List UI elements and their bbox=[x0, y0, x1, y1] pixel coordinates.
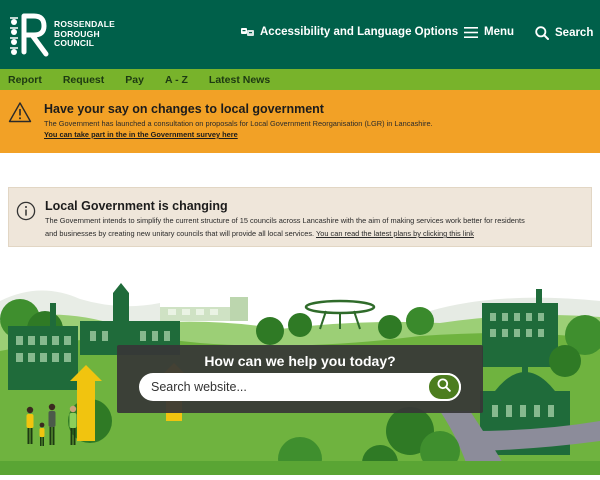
notice-title: Local Government is changing bbox=[45, 199, 228, 213]
nav-link-request[interactable]: Request bbox=[63, 74, 104, 86]
notice-body-line1: The Government intends to simplify the c… bbox=[45, 216, 525, 225]
lgr-survey-link[interactable]: You can take part in the in the Governme… bbox=[44, 130, 238, 139]
local-government-changing-notice: Local Government is changing The Governm… bbox=[8, 187, 592, 247]
search-submit-icon bbox=[437, 378, 451, 397]
menu-label: Menu bbox=[484, 26, 515, 38]
accessibility-language-button[interactable]: Accessibility and Language Options bbox=[241, 26, 458, 38]
search-icon bbox=[535, 26, 549, 40]
logo-line: COUNCIL bbox=[54, 38, 95, 48]
lgr-consultation-alert: Have your say on changes to local govern… bbox=[0, 90, 600, 153]
site-search-form bbox=[139, 373, 461, 401]
council-logo[interactable]: ROSSENDALE BOROUGH COUNCIL bbox=[8, 10, 115, 58]
rossendale-logo-icon bbox=[8, 10, 50, 58]
nav-link-pay[interactable]: Pay bbox=[125, 74, 144, 86]
warning-icon bbox=[8, 101, 32, 128]
site-search-input[interactable] bbox=[139, 373, 429, 401]
nav-link-latest-news[interactable]: Latest News bbox=[209, 74, 270, 86]
nav-link-a-z[interactable]: A - Z bbox=[165, 74, 188, 86]
menu-button[interactable]: Menu bbox=[464, 26, 514, 38]
info-icon bbox=[16, 201, 36, 226]
search-submit-button[interactable] bbox=[427, 373, 461, 401]
notice-body-line2: and businesses by creating new unitary c… bbox=[45, 227, 474, 240]
translate-icon bbox=[241, 27, 254, 37]
nav-link-report[interactable]: Report bbox=[8, 74, 42, 86]
hero-search-panel: How can we help you today? bbox=[117, 345, 483, 413]
hero-heading: How can we help you today? bbox=[204, 353, 396, 369]
alert-body: The Government has launched a consultati… bbox=[44, 119, 433, 128]
quick-links-nav: Report Request Pay A - Z Latest News bbox=[0, 69, 600, 90]
menu-icon bbox=[464, 26, 478, 38]
site-header: ROSSENDALE BOROUGH COUNCIL Accessibility… bbox=[0, 0, 600, 69]
search-label: Search bbox=[555, 27, 594, 39]
alert-title: Have your say on changes to local govern… bbox=[44, 102, 324, 116]
accessibility-label: Accessibility and Language Options bbox=[260, 26, 459, 38]
header-search-button[interactable]: Search bbox=[535, 26, 593, 40]
notice-body-text: and businesses by creating new unitary c… bbox=[45, 229, 315, 238]
latest-plans-link[interactable]: You can read the latest plans by clickin… bbox=[316, 229, 474, 238]
council-name: ROSSENDALE BOROUGH COUNCIL bbox=[54, 19, 115, 49]
